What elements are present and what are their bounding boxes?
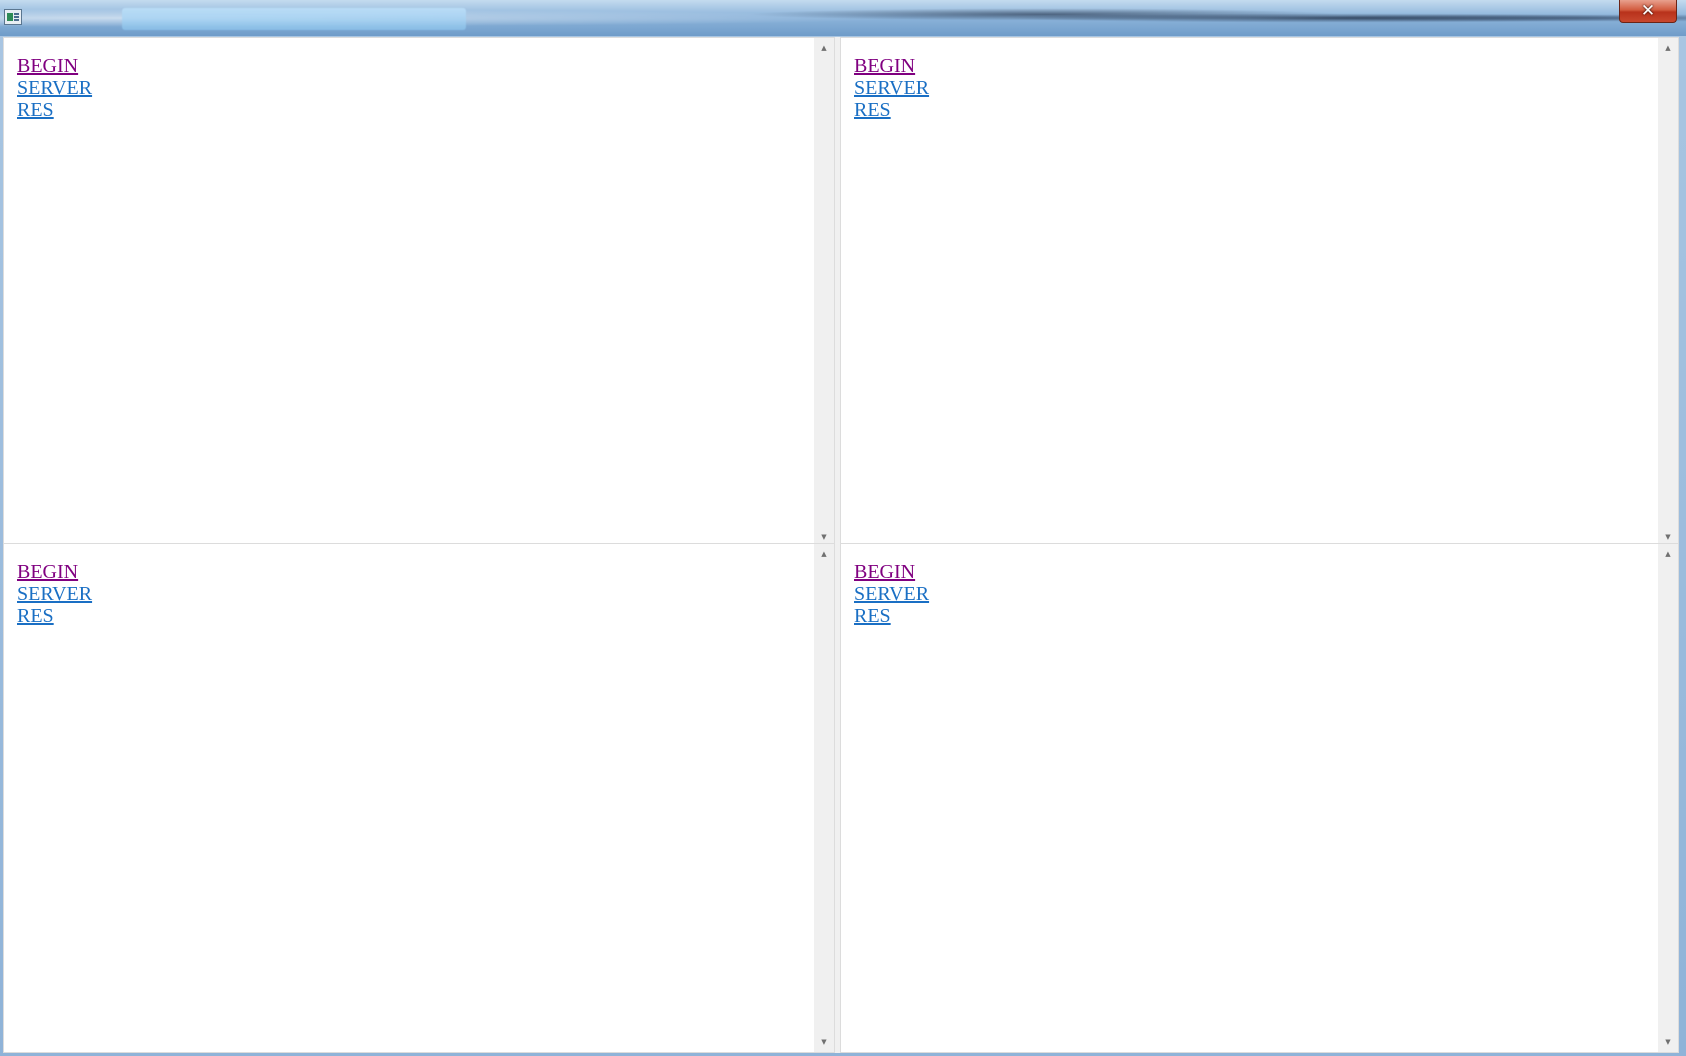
title-bar-address-area (122, 8, 466, 30)
link-server[interactable]: SERVER (854, 77, 929, 99)
scroll-down-arrow-icon[interactable]: ▼ (1658, 1034, 1678, 1050)
scroll-up-arrow-icon[interactable]: ▲ (814, 546, 834, 562)
link-res[interactable]: RES (854, 605, 891, 627)
link-res[interactable]: RES (854, 99, 891, 121)
frame-content: BEGIN SERVER RES (4, 544, 814, 1052)
app-icon[interactable] (4, 9, 22, 25)
title-bar[interactable]: ✕ (0, 0, 1686, 36)
frame-bottom-right: BEGIN SERVER RES ▲ ▼ (840, 543, 1679, 1053)
frame-top-right: BEGIN SERVER RES ▲ ▼ (840, 37, 1679, 548)
frameset: BEGIN SERVER RES ▲ ▼ BEGIN SERVER RES ▲ … (3, 37, 1679, 1053)
scroll-down-arrow-icon[interactable]: ▼ (814, 1034, 834, 1050)
scroll-up-arrow-icon[interactable]: ▲ (1658, 40, 1678, 56)
close-button[interactable]: ✕ (1619, 0, 1677, 23)
vertical-scrollbar[interactable]: ▲ ▼ (814, 38, 834, 547)
link-server[interactable]: SERVER (854, 583, 929, 605)
link-server[interactable]: SERVER (17, 77, 92, 99)
vertical-scrollbar[interactable]: ▲ ▼ (1658, 544, 1678, 1052)
link-server[interactable]: SERVER (17, 583, 92, 605)
scroll-up-arrow-icon[interactable]: ▲ (1658, 546, 1678, 562)
frame-top-left: BEGIN SERVER RES ▲ ▼ (3, 37, 835, 548)
frame-bottom-left: BEGIN SERVER RES ▲ ▼ (3, 543, 835, 1053)
frame-content: BEGIN SERVER RES (841, 544, 1658, 1052)
browser-window: ✕ BEGIN SERVER RES ▲ ▼ BEGIN SERVER RES … (0, 0, 1686, 1056)
link-res[interactable]: RES (17, 99, 54, 121)
link-res[interactable]: RES (17, 605, 54, 627)
link-begin[interactable]: BEGIN (17, 561, 78, 583)
vertical-scrollbar[interactable]: ▲ ▼ (814, 544, 834, 1052)
frame-content: BEGIN SERVER RES (841, 38, 1658, 547)
link-begin[interactable]: BEGIN (854, 561, 915, 583)
frame-content: BEGIN SERVER RES (4, 38, 814, 547)
link-begin[interactable]: BEGIN (17, 55, 78, 77)
vertical-scrollbar[interactable]: ▲ ▼ (1658, 38, 1678, 547)
scroll-up-arrow-icon[interactable]: ▲ (814, 40, 834, 56)
link-begin[interactable]: BEGIN (854, 55, 915, 77)
